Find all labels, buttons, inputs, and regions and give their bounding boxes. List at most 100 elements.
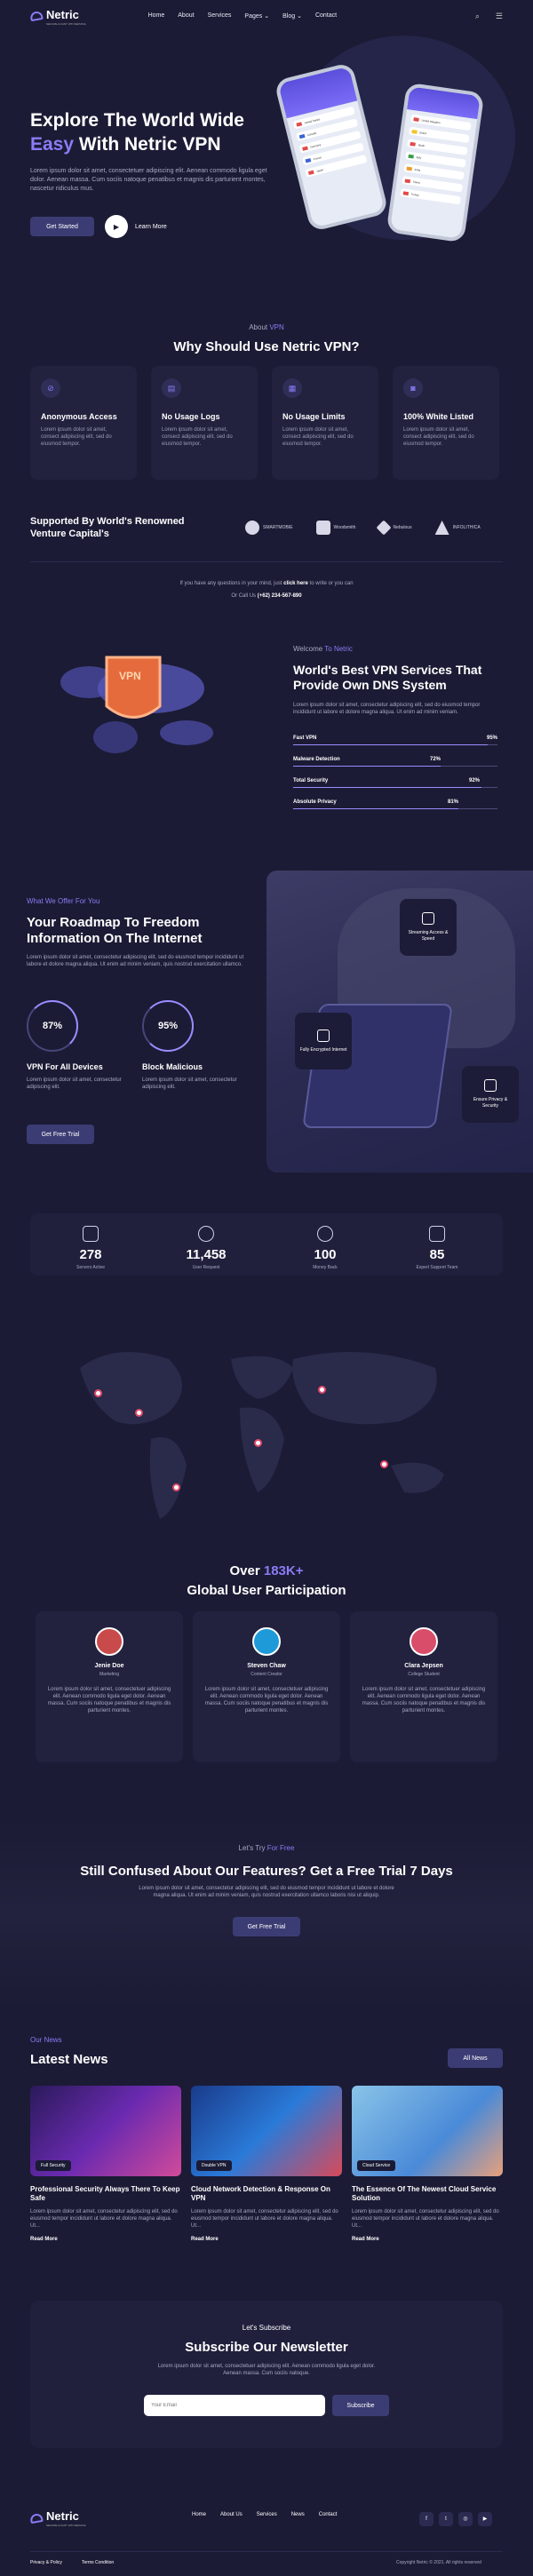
news-card[interactable]: Double VPN Cloud Network Detection & Res…	[191, 2086, 342, 2242]
location-pin-icon	[94, 1389, 102, 1397]
testimonial-text: Lorem ipsum dolor sit amet, consectetuer…	[362, 1687, 486, 1713]
progress-arc	[27, 1000, 78, 1052]
dollar-icon	[317, 1226, 333, 1242]
server-row-label: Germany	[309, 142, 322, 149]
progress-circle: 95%	[142, 1000, 194, 1052]
news-image: Cloud Service	[352, 2086, 503, 2176]
learn-more-video-button[interactable]: ▶ Learn More	[105, 215, 167, 238]
footer-logo[interactable]: Netric SECURE & FAST VPN SERVICE	[29, 2508, 86, 2527]
chevron-down-icon: ⌄	[297, 13, 302, 20]
progress-value: 72%	[430, 757, 442, 762]
shield-vpn-label: VPN	[119, 670, 141, 682]
news-card[interactable]: Cloud Service The Essence Of The Newest …	[352, 2086, 503, 2242]
circle-desc: Lorem ipsum dolor sit amet, consectetur …	[27, 1077, 122, 1090]
offer-title: Your Roadmap To Freedom Information On T…	[27, 915, 203, 946]
newsletter-email-input[interactable]	[144, 2395, 325, 2416]
progress-fast-vpn: Fast VPN 95%	[293, 735, 497, 745]
brand-logo[interactable]: Netric SECURE & FAST VPN SERVICE	[29, 7, 86, 26]
dns-kicker-highlight: To Netric	[324, 645, 353, 653]
testimonial-text: Lorem ipsum dolor sit amet, consectetuer…	[47, 1687, 171, 1713]
footer-link-services[interactable]: Services	[257, 2512, 277, 2517]
footer-link-home[interactable]: Home	[192, 2512, 206, 2517]
nav-item-pages[interactable]: Pages ⌄	[244, 12, 269, 20]
facebook-icon[interactable]: f	[419, 2512, 434, 2526]
nav-item-services[interactable]: Services	[208, 12, 232, 20]
flag-icon	[406, 166, 413, 171]
social-links: f t ◎ ▶	[414, 2508, 492, 2526]
twitter-icon[interactable]: t	[439, 2512, 453, 2526]
stat-item: 85 Expert Support Team	[393, 1226, 481, 1270]
divider	[30, 561, 503, 562]
footer-link-news[interactable]: News	[291, 2512, 305, 2517]
progress-track	[293, 766, 497, 767]
nav-item-contact[interactable]: Contact	[315, 12, 337, 20]
news-title: Professional Security Always There To Ke…	[30, 2185, 180, 2202]
copyright-text: Copyright Netric © 2021. All rights rese…	[396, 2560, 481, 2565]
click-here-link[interactable]: click here	[283, 581, 308, 586]
phone-number[interactable]: (+62) 234-567-890	[258, 593, 302, 599]
get-started-button[interactable]: Get Started	[30, 217, 94, 236]
brand-mark-icon	[245, 521, 259, 535]
hamburger-menu-icon[interactable]: ☰	[496, 12, 503, 21]
feature-title: 100% White Listed	[403, 412, 474, 421]
brand-mark-icon	[376, 520, 392, 536]
get-free-trial-button[interactable]: Get Free Trial	[27, 1125, 94, 1144]
feature-card: ⊘ Anonymous Access Lorem ipsum dolor sit…	[30, 366, 137, 480]
testimonial-card: Clara Jepsen College Student Lorem ipsum…	[350, 1611, 497, 1762]
supported-title: Supported By World's Renowned Venture Ca…	[30, 516, 185, 539]
read-more-link[interactable]: Read More	[30, 2237, 181, 2242]
badge-label: Fully Encrypted Internet	[299, 1046, 347, 1053]
globe-icon	[198, 1226, 214, 1242]
flag-icon	[296, 121, 303, 127]
privacy-link[interactable]: Privacy & Policy	[30, 2560, 62, 2565]
progress-value: 95%	[486, 735, 497, 741]
brand-logo-name: Nebulous	[393, 525, 412, 530]
users-title-line1: Over 183K+	[0, 1563, 533, 1578]
brand-logo-item: Woodsmith	[315, 521, 356, 535]
read-more-link[interactable]: Read More	[352, 2237, 503, 2242]
flag-icon	[410, 141, 416, 147]
flag-icon	[307, 170, 314, 175]
nav-item-blog[interactable]: Blog ⌄	[282, 12, 302, 20]
footer-divider	[30, 2551, 503, 2552]
server-row-label: France	[313, 155, 322, 161]
nav-item-home[interactable]: Home	[148, 12, 165, 20]
location-pin-icon	[318, 1386, 326, 1394]
footer-link-about[interactable]: About Us	[220, 2512, 243, 2517]
trial-get-free-trial-button[interactable]: Get Free Trial	[233, 1917, 300, 1936]
instagram-icon[interactable]: ◎	[458, 2511, 473, 2526]
testimonial-name: Clara Jepsen	[404, 1663, 443, 1669]
trial-title: Still Confused About Our Features? Get a…	[80, 1864, 453, 1879]
footer-link-contact[interactable]: Contact	[319, 2512, 338, 2517]
contact-line: If you have any questions in your mind, …	[0, 581, 533, 586]
hero-title-line2: With Netric VPN	[74, 134, 221, 155]
feature-desc: Lorem ipsum dolor sit amet, consect adip…	[403, 427, 474, 447]
stat-number: 100	[314, 1247, 337, 1262]
all-news-button[interactable]: All News	[448, 2048, 503, 2068]
why-title: Why Should Use Netric VPN?	[173, 339, 360, 354]
terms-link[interactable]: Terms Condition	[82, 2560, 114, 2565]
location-pin-icon	[254, 1439, 262, 1447]
flag-icon	[408, 154, 415, 159]
phone-left: United States Canada Germany France Japa…	[274, 61, 389, 233]
subscribe-button[interactable]: Subscribe	[332, 2395, 389, 2416]
nav-item-about[interactable]: About	[178, 12, 194, 20]
why-kicker-prefix: About	[249, 323, 268, 331]
progress-total-security: Total Security 92%	[293, 778, 497, 788]
youtube-icon[interactable]: ▶	[478, 2511, 492, 2526]
phone-right: United Kingdom Brazil Spain Italy India …	[386, 82, 485, 243]
server-row-label: China	[412, 179, 420, 185]
newsletter-kicker: Let's Subscribe	[242, 2324, 291, 2332]
newsletter-description: Lorem ipsum dolor sit amet, consectetuer…	[157, 2364, 376, 2376]
offer-description: Lorem ipsum dolor sit amet, consectetur …	[27, 955, 244, 967]
server-row-label: Brazil	[419, 130, 427, 135]
offer-kicker-highlight: Offer For You	[57, 897, 100, 905]
brand-logo-name: Woodsmith	[333, 525, 356, 530]
search-icon[interactable]: ⌕	[475, 12, 480, 21]
server-row-label: India	[414, 167, 421, 172]
support-icon	[429, 1226, 445, 1242]
progress-track	[293, 808, 497, 809]
contact-line-prefix: If you have any questions in your mind, …	[179, 581, 284, 586]
read-more-link[interactable]: Read More	[191, 2237, 342, 2242]
news-card[interactable]: Full Security Professional Security Alwa…	[30, 2086, 181, 2242]
